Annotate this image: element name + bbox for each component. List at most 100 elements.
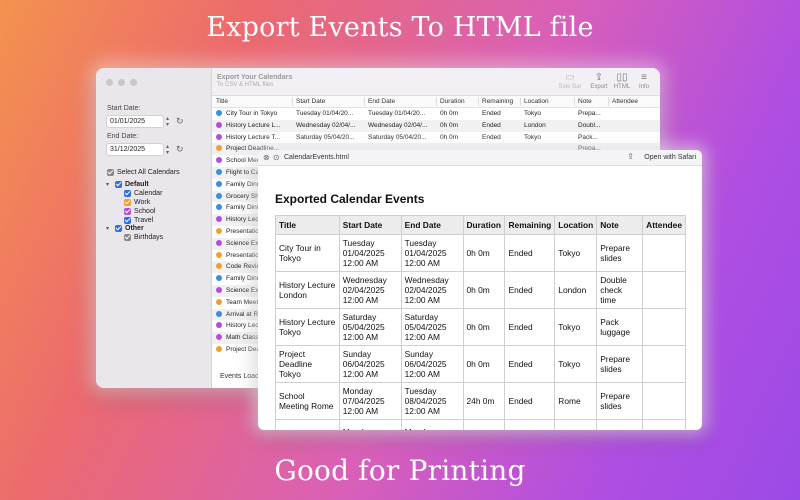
- table-header: Location: [554, 215, 598, 235]
- grid-header: Title Start Date End Date Duration Remai…: [212, 96, 660, 108]
- end-date-stepper[interactable]: ▴ ▾: [166, 144, 172, 157]
- table-cell: City Tour in Tokyo: [275, 234, 340, 272]
- column-header[interactable]: End Date: [368, 98, 395, 105]
- table-cell: Prepa...: [578, 110, 601, 117]
- calendar-color-dot: [216, 216, 222, 223]
- column-header[interactable]: Remaining: [482, 98, 513, 105]
- table-cell: 24h 0m: [462, 382, 506, 420]
- table-cell: City Tour in Tokyo: [226, 110, 278, 117]
- calendar-color-dot: [216, 180, 222, 187]
- table-cell: [642, 345, 686, 383]
- calendar-color-dot: [216, 133, 222, 140]
- work-checkbox[interactable]: [124, 199, 131, 206]
- start-date-stepper[interactable]: ▴ ▾: [166, 116, 172, 129]
- table-cell: Ended: [504, 271, 556, 309]
- select-all-checkbox[interactable]: [107, 169, 114, 176]
- group-other[interactable]: ▾ Other: [106, 225, 144, 232]
- preview-filename: CalendarEvents.html: [284, 154, 349, 161]
- calendar-item-travel[interactable]: Travel: [124, 217, 153, 224]
- column-header[interactable]: Title: [216, 98, 228, 105]
- table-cell: Prepare slides: [596, 234, 644, 272]
- table-cell: [642, 234, 686, 272]
- disclosure-down-icon[interactable]: ▾: [106, 181, 112, 188]
- toolbar-subtitle: To CSV & HTML files: [217, 82, 274, 88]
- zoom-window-button[interactable]: [130, 79, 137, 86]
- toolbar: Export Your Calendars To CSV & HTML file…: [212, 68, 660, 96]
- birthdays-checkbox[interactable]: [124, 234, 131, 241]
- table-cell: [642, 271, 686, 309]
- table-cell: Rome: [554, 382, 598, 420]
- calendar-color-dot: [216, 145, 222, 152]
- start-date-reset-icon[interactable]: ↻: [176, 116, 184, 127]
- table-cell: [642, 308, 686, 346]
- table-cell: Ended: [482, 110, 501, 117]
- start-date-field[interactable]: 01/01/2025: [106, 115, 164, 128]
- calendar-color-dot: [216, 239, 222, 246]
- close-icon[interactable]: ⊗: [263, 153, 270, 162]
- info-button[interactable]: ≡ Info: [632, 72, 656, 90]
- calendar-item-school[interactable]: School: [124, 208, 155, 215]
- headline-top: Export Events To HTML file: [206, 12, 594, 43]
- calendar-item-work[interactable]: Work: [124, 199, 150, 206]
- back-icon[interactable]: ⊙: [273, 153, 280, 162]
- table-cell: [642, 419, 686, 430]
- document-title: Exported Calendar Events: [275, 192, 425, 206]
- table-header: End Date: [400, 215, 464, 235]
- disclosure-down-icon[interactable]: ▾: [106, 225, 112, 232]
- calendar-color-dot: [216, 263, 222, 270]
- table-cell: Saturday 05/04/20...: [368, 133, 427, 141]
- table-cell: 0h 0m: [440, 110, 459, 117]
- close-window-button[interactable]: [106, 79, 113, 86]
- calendar-color-dot: [216, 275, 222, 282]
- table-cell: Prepare slides: [596, 382, 644, 420]
- table-row[interactable]: City Tour in Tokyo Tuesday 01/04/20... Tue…: [212, 108, 660, 120]
- calendar-color-dot: [216, 322, 222, 329]
- column-header[interactable]: Location: [524, 98, 549, 105]
- table-row[interactable]: History Lecture L... Wednesday 02/04/... W…: [212, 119, 660, 132]
- table-row: History Lecture London Wednesday 02/04/20…: [275, 271, 686, 309]
- table-row[interactable]: History Lecture T... Saturday 05/04/20...…: [212, 132, 660, 144]
- sidebar-toggle-button[interactable]: ▭ Side Bar: [558, 72, 582, 90]
- table-cell: 0h 0m: [462, 308, 506, 346]
- html-button[interactable]: ▯▯ HTML: [610, 72, 634, 90]
- minimize-window-button[interactable]: [118, 79, 125, 86]
- open-with-safari-button[interactable]: Open with Safari: [644, 154, 696, 161]
- column-header[interactable]: Note: [578, 98, 592, 105]
- table-cell: 0h 0m: [440, 121, 459, 129]
- table-row: History Lecture Tokyo Saturday 05/04/2025…: [275, 308, 686, 346]
- calendar-color-dot: [216, 286, 222, 293]
- table-cell: Pack...: [578, 133, 598, 141]
- table-cell: Wednesday 02/04/...: [368, 121, 428, 129]
- table-cell: Sunday 06/04/2025 12:00 AM: [400, 345, 464, 383]
- table-cell: Double: [596, 419, 644, 430]
- table-header: Note: [596, 215, 644, 235]
- calendar-item-birthdays[interactable]: Birthdays: [124, 234, 163, 241]
- select-all-calendars[interactable]: Select All Calendars: [107, 169, 180, 176]
- calendar-color-dot: [216, 204, 222, 211]
- calendar-color-dot: [216, 157, 222, 164]
- table-cell: Prepare slides: [596, 345, 644, 383]
- table-cell: Tokyo: [554, 345, 598, 383]
- column-header[interactable]: Start Date: [296, 98, 325, 105]
- calendar-color-dot: [216, 192, 222, 199]
- table-cell: 0h 0m: [462, 345, 506, 383]
- calendar-item-calendar[interactable]: Calendar: [124, 190, 162, 197]
- school-checkbox[interactable]: [124, 208, 131, 215]
- table-cell: Pack luggage: [596, 308, 644, 346]
- group-default-checkbox[interactable]: [115, 181, 122, 188]
- group-default[interactable]: ▾ Default: [106, 181, 149, 188]
- export-button[interactable]: ⇪ Export: [587, 72, 611, 90]
- end-date-field[interactable]: 31/12/2025: [106, 143, 164, 156]
- group-other-checkbox[interactable]: [115, 225, 122, 232]
- table-cell: History Lecture Tokyo: [275, 308, 340, 346]
- column-header[interactable]: Duration: [440, 98, 465, 105]
- end-date-reset-icon[interactable]: ↻: [176, 144, 184, 155]
- calendar-color-dot: [216, 227, 222, 234]
- window-controls: [106, 79, 137, 86]
- travel-checkbox[interactable]: [124, 217, 131, 224]
- share-icon: ⇪: [594, 72, 604, 83]
- share-icon[interactable]: ⇪: [627, 152, 634, 161]
- column-header[interactable]: Attendee: [612, 98, 638, 105]
- calendar-checkbox[interactable]: [124, 190, 131, 197]
- toolbar-title: Export Your Calendars: [217, 74, 293, 81]
